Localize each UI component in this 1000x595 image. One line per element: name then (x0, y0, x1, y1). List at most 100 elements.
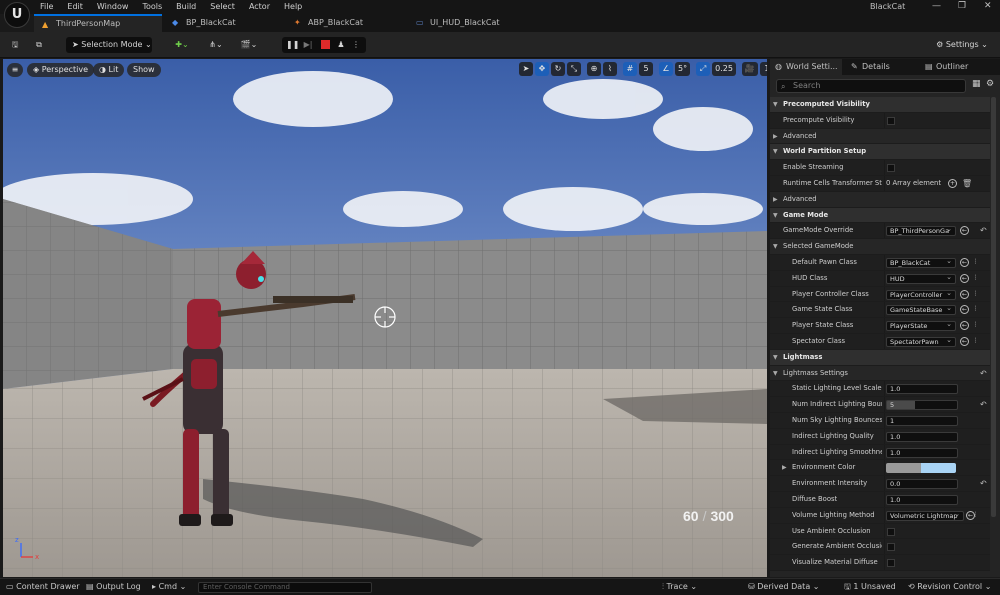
number-input[interactable]: 1.0 (886, 495, 958, 505)
gear-icon[interactable]: ⚙ (986, 79, 994, 89)
chevron-right-icon[interactable]: ▶ (773, 129, 778, 145)
selection-mode-dropdown[interactable]: ➤ Selection Mode ⌄ (66, 37, 152, 53)
use-selected-icon[interactable]: ← (960, 305, 969, 315)
possess-icon[interactable]: ♟ (335, 37, 347, 53)
grid-snap-value[interactable]: 5 (639, 62, 653, 76)
close-icon[interactable]: ✕ (984, 1, 992, 11)
reset-to-default-icon[interactable]: ↶ (980, 397, 987, 413)
stop-icon[interactable] (319, 37, 331, 53)
step-frame-icon[interactable]: ▶| (302, 37, 314, 53)
grid-snap-icon[interactable]: # (623, 62, 637, 76)
column-divider[interactable] (884, 286, 885, 302)
scale-snap-value[interactable]: 0.25 (712, 62, 736, 76)
column-divider[interactable] (884, 160, 885, 175)
number-input[interactable]: 1 (886, 416, 958, 426)
browse-icon[interactable]: ⋮ (971, 258, 980, 267)
column-divider[interactable] (884, 302, 885, 318)
color-swatch[interactable] (886, 463, 956, 474)
search-input[interactable]: ⌕ Search (776, 79, 966, 93)
column-divider[interactable] (884, 397, 885, 412)
menu-edit[interactable]: Edit (67, 2, 83, 11)
column-divider[interactable] (884, 318, 885, 333)
tab-abp-blackcat[interactable]: ✦ ABP_BlackCat (286, 14, 406, 32)
minimize-icon[interactable]: — (932, 1, 941, 11)
perspective-button[interactable]: ◈ Perspective (27, 63, 95, 77)
column-divider[interactable] (884, 334, 885, 349)
class-dropdown[interactable]: PlayerState (886, 321, 956, 332)
browse-icon[interactable]: ⋮ (971, 321, 980, 330)
column-divider[interactable] (884, 539, 885, 555)
tab-world-settings[interactable]: ◍World Setti... × (770, 59, 842, 87)
translate-tool-icon[interactable]: ✥ (535, 62, 549, 76)
output-log-button[interactable]: ▤ Output Log (86, 579, 141, 595)
column-divider[interactable] (884, 223, 885, 239)
save-icon[interactable]: 🖫 (6, 37, 24, 53)
browse-icon[interactable]: ⋮ (971, 337, 980, 346)
add-element-icon[interactable]: + (948, 179, 957, 188)
unsaved-button[interactable]: 🖫 1 Unsaved (844, 579, 896, 595)
number-input[interactable]: 1.0 (886, 447, 958, 458)
menu-tools[interactable]: Tools (142, 2, 162, 11)
menu-actor[interactable]: Actor (249, 2, 270, 11)
property-checkbox[interactable] (887, 527, 895, 536)
surface-snap-icon[interactable]: ⌇ (603, 62, 617, 76)
select-tool-icon[interactable]: ➤ (519, 62, 533, 76)
browse-icon[interactable]: ⋮ (971, 274, 980, 283)
number-input[interactable]: 1.0 (886, 431, 958, 442)
menu-select[interactable]: Select (210, 2, 235, 11)
column-divider[interactable] (884, 460, 885, 476)
property-checkbox[interactable] (887, 164, 895, 173)
tab-bp-blackcat[interactable]: ◆ BP_BlackCat (164, 14, 284, 32)
tab-third-person-map[interactable]: ▲ ThirdPersonMap (34, 14, 162, 32)
column-divider[interactable] (884, 476, 885, 491)
value-slider[interactable]: 5 (886, 400, 958, 411)
class-dropdown[interactable]: Volumetric Lightmap (886, 510, 964, 521)
camera-speed-value[interactable]: 1 (759, 62, 767, 76)
class-dropdown[interactable]: HUD (886, 273, 956, 284)
column-divider[interactable] (884, 381, 885, 397)
menu-build[interactable]: Build (176, 2, 196, 11)
class-dropdown[interactable]: GameStateBase (886, 305, 956, 316)
content-drawer-button[interactable]: ▭ Content Drawer (6, 579, 80, 595)
column-divider[interactable] (884, 428, 885, 444)
column-divider[interactable] (884, 492, 885, 507)
lit-button[interactable]: ◑ Lit (93, 63, 125, 77)
show-button[interactable]: Show (127, 63, 161, 77)
column-divider[interactable] (884, 507, 885, 523)
chevron-down-icon[interactable]: ▼ (773, 366, 778, 382)
chevron-right-icon[interactable]: ▶ (773, 192, 778, 208)
reset-to-default-icon[interactable]: ↶ (980, 366, 987, 382)
class-dropdown[interactable]: SpectatorPawn (886, 337, 956, 347)
use-selected-icon[interactable]: ← (960, 337, 969, 346)
level-viewport[interactable]: z x ≡ ◈ Perspective ◑ Lit Show ➤ ✥ ↻ ⤡ ⊕… (3, 59, 767, 577)
column-divider[interactable] (884, 444, 885, 460)
settings-button[interactable]: ⚙ Settings ⌄ (932, 37, 992, 53)
tab-outliner[interactable]: ▤ Outliner (920, 59, 998, 75)
reset-to-default-icon[interactable]: ↶ (980, 223, 987, 239)
angle-snap-icon[interactable]: ∠ (659, 62, 673, 76)
class-dropdown[interactable]: BP_BlackCat (886, 258, 956, 268)
table-view-icon[interactable]: ▦ (972, 79, 981, 89)
subcategory-header[interactable]: ▼ Lightmass Settings ↶ (770, 365, 990, 382)
revision-control-button[interactable]: ⟲ Revision Control ⌄ (908, 579, 991, 595)
maximize-icon[interactable]: ❐ (958, 1, 966, 11)
menu-window[interactable]: Window (97, 2, 129, 11)
column-divider[interactable] (884, 413, 885, 428)
chevron-down-icon[interactable]: ▼ (773, 97, 778, 113)
tab-ui-hud-blackcat[interactable]: ▭ UI_HUD_BlackCat (408, 14, 538, 32)
camera-speed-icon[interactable]: 🎥 (741, 62, 758, 76)
column-divider[interactable] (884, 176, 885, 191)
unreal-logo-icon[interactable]: U (4, 2, 30, 28)
use-selected-icon[interactable]: ← (960, 258, 969, 267)
viewport-menu-icon[interactable]: ≡ (7, 63, 23, 77)
cmd-dropdown[interactable]: ▸ Cmd ⌄ (152, 579, 186, 595)
category-header[interactable]: ▼ Game Mode (770, 207, 990, 224)
property-checkbox[interactable] (887, 559, 895, 568)
chevron-down-icon[interactable]: ▼ (773, 208, 778, 224)
subcategory-header[interactable]: ▼ Selected GameMode (770, 239, 990, 255)
world-space-icon[interactable]: ⊕ (587, 62, 601, 76)
panel-scrollbar[interactable] (991, 97, 996, 517)
angle-snap-value[interactable]: 5° (675, 62, 691, 76)
property-checkbox[interactable] (887, 543, 895, 552)
blueprint-menu-icon[interactable]: ⋔⌄ (204, 37, 228, 53)
